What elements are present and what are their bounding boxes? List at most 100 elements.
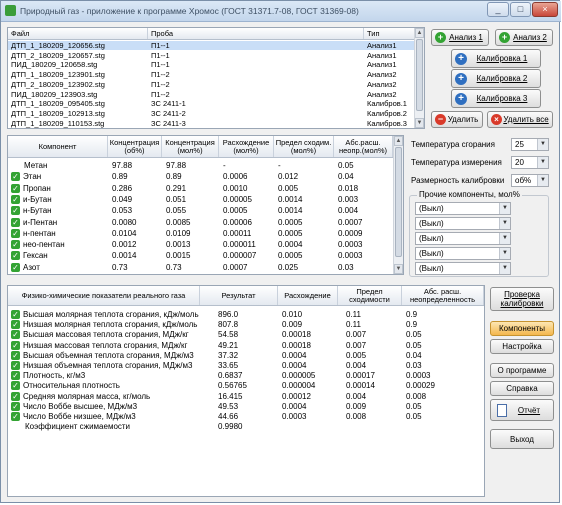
chevron-down-icon[interactable]: ▼ (499, 203, 510, 214)
component-row[interactable]: ✓ и-Бутан 0.049 0.051 0.00005 0.0014 0.003 (8, 194, 393, 205)
repeatability-column-header[interactable]: Предел сходим. (мол%) (274, 136, 334, 157)
document-icon (497, 404, 507, 417)
discrepancy-column-header[interactable]: Расхождение (278, 286, 338, 305)
repeatability-column-header[interactable]: Предел сходимости (338, 286, 402, 305)
uncertainty-column-header[interactable]: Абс. расш. неопределенность (402, 286, 484, 305)
file-row[interactable]: ДТП_1_180209_110153.stg ЗС 2411-3 Калибров… (8, 119, 414, 128)
property-row[interactable]: ✓ Число Воббе высшее, МДж/м3 49.53 0.0004 0.… (8, 401, 484, 412)
property-row[interactable]: Коэффициент сжимаемости 0.9980 (8, 422, 484, 432)
components-table[interactable]: Компонент Концентрация (об%) Концентраци… (7, 135, 404, 275)
other-component-select[interactable]: (Выкл) ▼ (415, 232, 511, 245)
calib3-button[interactable]: + Калибровка 3 (451, 89, 541, 108)
components-button[interactable]: Компоненты (490, 321, 554, 336)
component-row[interactable]: ✓ Пропан 0.286 0.291 0.0010 0.005 0.018 (8, 183, 393, 194)
file-row[interactable]: ДТП_1_180209_123901.stg П1--2 Анализ2 (8, 70, 414, 79)
property-row[interactable]: ✓ Средняя молярная масса, кг/моль 16.415 0.… (8, 391, 484, 402)
calib-dim-select[interactable]: об% ▼ (511, 174, 549, 187)
property-row[interactable]: ✓ Число Воббе низшее, МДж/м3 44.66 0.0003 0.… (8, 412, 484, 422)
settings-button[interactable]: Настройка (490, 339, 554, 354)
minimize-button[interactable]: _ (487, 2, 509, 17)
scroll-thumb[interactable] (395, 147, 402, 257)
scroll-up-arrow-icon[interactable]: ▲ (394, 136, 403, 146)
discrepancy-column-header[interactable]: Расхождение (мол%) (219, 136, 274, 157)
about-button[interactable]: О программе (490, 363, 554, 378)
chevron-down-icon[interactable]: ▼ (499, 218, 510, 229)
other-component-select[interactable]: (Выкл) ▼ (415, 247, 511, 260)
file-list-scrollbar[interactable]: ▲ ▼ (414, 28, 424, 128)
chevron-down-icon[interactable]: ▼ (537, 175, 548, 186)
component-row[interactable]: Метан 97.88 97.88 - - 0.05 (8, 160, 393, 171)
help-button[interactable]: Справка (490, 381, 554, 396)
file-row[interactable]: ДТП_1_180209_095405.stg ЗС 2411-1 Калибров… (8, 99, 414, 108)
component-row[interactable]: ✓ Этан 0.89 0.89 0.0006 0.012 0.04 (8, 171, 393, 182)
component-value: 97.88 (166, 161, 187, 170)
chevron-down-icon[interactable]: ▼ (499, 263, 510, 274)
property-row[interactable]: ✓ Высшая объемная теплота сгорания, МДж/м… (8, 350, 484, 361)
sample-column-header[interactable]: Проба (148, 28, 364, 39)
property-row[interactable]: ✓ Высшая массовая теплота сгорания, МДж/к… (8, 330, 484, 340)
component-column-header[interactable]: Компонент (8, 136, 108, 157)
calib1-button[interactable]: + Калибровка 1 (451, 49, 541, 68)
close-button[interactable]: × (532, 2, 558, 17)
component-value: 0.00005 (223, 194, 252, 204)
component-row[interactable]: ✓ н-пентан 0.0104 0.0109 0.00011 0.0005 0.0009 (8, 228, 393, 239)
calib2-button[interactable]: + Калибровка 2 (451, 69, 541, 88)
property-row[interactable]: ✓ Относительная плотность 0.56765 0.000004 0… (8, 381, 484, 391)
conc-vol-column-header[interactable]: Концентрация (об%) (108, 136, 162, 157)
properties-table[interactable]: Физико-химические показатели реального г… (7, 285, 485, 497)
file-row[interactable]: ПИД_180209_120658.stg П1--1 Анализ1 (8, 60, 414, 69)
checkmark-icon: ✓ (11, 228, 20, 238)
component-row[interactable]: ✓ Азот 0.73 0.73 0.0007 0.025 0.03 (8, 262, 393, 273)
component-row[interactable]: ✓ н-Бутан 0.053 0.055 0.0005 0.0014 0.004 (8, 205, 393, 216)
property-row[interactable]: ✓ Высшая молярная теплота сгорания, кДж/м… (8, 310, 484, 320)
file-list[interactable]: Файл Проба Тип ДТП_1_180209_120656.stg П1… (7, 27, 425, 129)
component-row[interactable]: ✓ и-Пентан 0.0080 0.0085 0.00006 0.0005 0.0007 (8, 217, 393, 228)
maximize-button[interactable]: □ (510, 2, 531, 17)
file-row[interactable]: ДТП_1_180209_120656.stg П1--1 Анализ1 (8, 41, 414, 50)
result-column-header[interactable]: Результат (200, 286, 278, 305)
scroll-up-arrow-icon[interactable]: ▲ (415, 28, 424, 38)
chevron-down-icon[interactable]: ▼ (537, 157, 548, 168)
file-type: Анализ1 (367, 60, 397, 70)
other-component-select[interactable]: (Выкл) ▼ (415, 262, 511, 275)
check-calibration-button[interactable]: Проверка калибровки (490, 287, 554, 311)
report-button[interactable]: Отчёт (490, 399, 554, 421)
property-value: 0.6837 (218, 371, 243, 381)
conc-mol-column-header[interactable]: Концентрация (мол%) (162, 136, 219, 157)
property-value: 0.0004 (282, 350, 307, 360)
chevron-down-icon[interactable]: ▼ (499, 248, 510, 259)
calib-dim-label: Размерность калибровки (411, 176, 505, 185)
analysis2-button[interactable]: + Анализ 2 (495, 29, 553, 46)
delete-all-button[interactable]: × Удалить все (487, 111, 553, 128)
components-header: Компонент Концентрация (об%) Концентраци… (8, 136, 393, 158)
delete-button[interactable]: − Удалить (431, 111, 483, 128)
file-row[interactable]: ПИД_180209_123903.stg П1--2 Анализ2 (8, 90, 414, 99)
chevron-down-icon[interactable]: ▼ (499, 233, 510, 244)
type-column-header[interactable]: Тип (364, 28, 415, 39)
file-row[interactable]: ДТП_1_180209_102913.stg ЗС 2411-2 Калибров… (8, 109, 414, 118)
scroll-down-arrow-icon[interactable]: ▼ (394, 264, 403, 274)
property-column-header[interactable]: Физико-химические показатели реального г… (8, 286, 200, 305)
file-row[interactable]: ДТП_2_180209_123902.stg П1--2 Анализ2 (8, 80, 414, 89)
property-value: 0.004 (346, 391, 367, 401)
component-row[interactable]: ✓ нео-пентан 0.0012 0.0013 0.000011 0.0004 0.0… (8, 239, 393, 250)
other-component-select[interactable]: (Выкл) ▼ (415, 202, 511, 215)
property-name: Плотность, кг/м3 (23, 371, 86, 381)
component-row[interactable]: ✓ Гексан 0.0014 0.0015 0.000007 0.0005 0.0003 (8, 250, 393, 261)
property-row[interactable]: ✓ Плотность, кг/м3 0.6837 0.000005 0.00017 0.… (8, 371, 484, 381)
uncertainty-column-header[interactable]: Абс.расш. неопр.(мол%) (334, 136, 393, 157)
property-row[interactable]: ✓ Низшая объемная теплота сгорания, МДж/м… (8, 361, 484, 371)
property-row[interactable]: ✓ Низшая молярная теплота сгорания, кДж/м… (8, 320, 484, 330)
exit-button[interactable]: Выход (490, 429, 554, 449)
combustion-temp-select[interactable]: 25 ▼ (511, 138, 549, 151)
property-row[interactable]: ✓ Низшая массовая теплота сгорания, МДж/к… (8, 340, 484, 351)
file-row[interactable]: ДТП_2_180209_120657.stg П1--1 Анализ1 (8, 51, 414, 60)
chevron-down-icon[interactable]: ▼ (537, 139, 548, 150)
other-component-select[interactable]: (Выкл) ▼ (415, 217, 511, 230)
scroll-down-arrow-icon[interactable]: ▼ (415, 118, 424, 128)
components-scrollbar[interactable]: ▲ ▼ (393, 136, 403, 274)
scroll-thumb[interactable] (416, 39, 423, 111)
analysis1-button[interactable]: + Анализ 1 (431, 29, 489, 46)
file-column-header[interactable]: Файл (8, 28, 148, 39)
measure-temp-select[interactable]: 20 ▼ (511, 156, 549, 169)
